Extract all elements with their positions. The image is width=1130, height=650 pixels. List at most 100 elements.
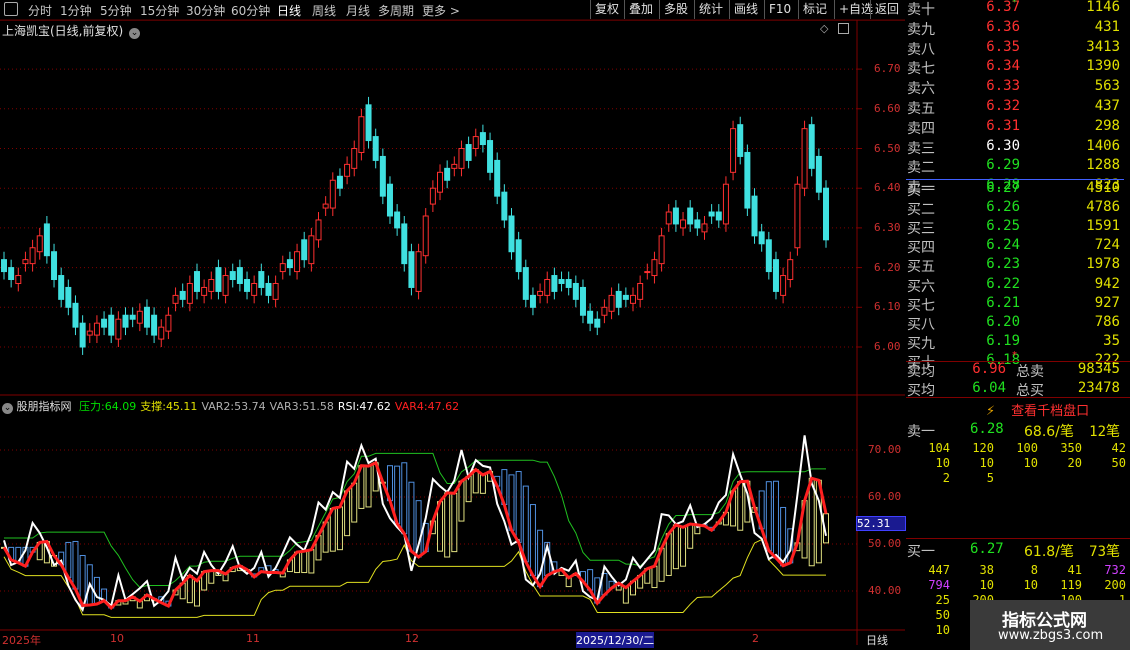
- date-tick-label: 2025年: [2, 634, 41, 647]
- ask-row[interactable]: 卖五 6.32 437: [906, 98, 1124, 117]
- candle: [15, 267, 22, 292]
- candle: [422, 208, 429, 264]
- level-price: 6.37: [986, 0, 1020, 15]
- price-tick-label: 6.50: [874, 141, 901, 155]
- bid-row[interactable]: 买二 6.26 4786: [906, 199, 1124, 218]
- total-value: 98345: [1077, 361, 1120, 377]
- level-label: 卖二: [907, 160, 935, 177]
- level-volume: 431: [1094, 18, 1120, 35]
- ask-row[interactable]: 卖八 6.35 3413: [906, 39, 1124, 58]
- level-label: 买二: [907, 202, 935, 219]
- detail-label: 卖一: [907, 424, 935, 440]
- candle: [608, 287, 615, 320]
- candle: [79, 315, 86, 355]
- candle: [515, 231, 522, 280]
- order-queue-cell: 5: [986, 471, 994, 485]
- level-volume: 786: [1094, 313, 1120, 330]
- candle: [186, 275, 193, 312]
- candle: [680, 212, 687, 236]
- bid-row[interactable]: 买六 6.22 942: [906, 276, 1124, 295]
- order-queue-cell: 732: [1104, 563, 1126, 577]
- qiandang-button[interactable]: ⚡ 查看千档盘口: [986, 400, 1116, 419]
- level-price: 6.26: [986, 199, 1020, 216]
- date-tick-label: 12: [405, 632, 419, 645]
- candle: [301, 231, 308, 268]
- indicator-value-3: VAR3:51.58: [270, 400, 334, 413]
- candle: [494, 152, 501, 205]
- indicator-value-number: 45.11: [165, 400, 198, 413]
- period-label: 日线: [866, 634, 888, 647]
- indicator-value-label: VAR3:: [269, 400, 303, 413]
- level-label: 卖九: [907, 21, 935, 38]
- candle: [294, 243, 301, 280]
- candle: [487, 132, 494, 181]
- level-volume: 1146: [1086, 0, 1120, 15]
- bid-row[interactable]: 买八 6.20 786: [906, 314, 1124, 333]
- support-line: [3, 538, 826, 618]
- level-label: 买八: [907, 316, 935, 333]
- ask-row[interactable]: 卖六 6.33 563: [906, 78, 1124, 97]
- candle: [787, 251, 794, 288]
- bid-row[interactable]: 买七 6.21 927: [906, 295, 1124, 314]
- chevron-down-icon[interactable]: ⌄: [2, 403, 13, 414]
- indicator-bar: [301, 550, 308, 574]
- ask-row[interactable]: 卖十 6.37 * 1146: [906, 0, 1124, 18]
- ask-row[interactable]: 卖二 6.29 1288: [906, 157, 1124, 176]
- kline-chart[interactable]: [0, 0, 905, 650]
- candle: [687, 200, 694, 232]
- indicator-title: ⌄ 股朋指标网 压力:64.09 支撑:45.11 VAR2:53.74 VAR3:5…: [2, 398, 459, 414]
- price-tick-label: 6.00: [874, 340, 901, 353]
- candle: [1, 251, 7, 280]
- indicator-bar: [458, 480, 465, 522]
- level-label: 卖十: [907, 2, 935, 18]
- bid-row[interactable]: 买三 6.25 1591: [906, 218, 1124, 237]
- ask-row[interactable]: 卖七 6.34 1390: [906, 58, 1124, 77]
- level-label: 卖三: [907, 140, 935, 157]
- level-price: 6.24: [986, 237, 1020, 254]
- ask-row[interactable]: 卖九 6.36 431: [906, 19, 1124, 38]
- candle: [236, 259, 243, 292]
- price-tick-label: 6.40: [874, 181, 901, 195]
- book-separator: [906, 397, 1130, 398]
- level-flag: *: [1012, 349, 1017, 361]
- level-volume: 1288: [1086, 157, 1120, 174]
- pressure-line: [4, 452, 826, 588]
- candle: [615, 283, 622, 316]
- candle: [815, 148, 822, 201]
- detail-price: 6.27: [970, 541, 1004, 557]
- candle: [658, 227, 665, 272]
- chevron-down-icon[interactable]: ⌄: [129, 28, 141, 39]
- level-volume: 563: [1094, 78, 1120, 95]
- candle: [572, 275, 579, 308]
- bid-row[interactable]: 买四 6.24 724: [906, 237, 1124, 256]
- diamond-icon[interactable]: ◇: [820, 22, 828, 35]
- level-price: 6.20: [986, 313, 1020, 330]
- total-label: 总卖: [1016, 364, 1044, 380]
- order-queue-cell: 350: [1060, 441, 1082, 455]
- candle: [379, 148, 386, 205]
- indicator-value-label: 支撑:: [140, 400, 166, 413]
- level-label: 卖四: [907, 120, 935, 137]
- bid-row[interactable]: 买一 6.27 4510: [906, 180, 1124, 199]
- date-tick-label: 2025/12/30/二: [576, 632, 655, 648]
- level-price: 6.25: [986, 218, 1020, 235]
- order-queue-cell: 200: [1104, 578, 1126, 592]
- candle: [794, 176, 801, 256]
- bid-row[interactable]: 买五 6.23 1978: [906, 256, 1124, 275]
- indicator-bar: [465, 475, 472, 503]
- window-icon[interactable]: [838, 23, 849, 34]
- level-volume: 35: [1103, 332, 1120, 349]
- indicator-bar: [336, 506, 343, 551]
- indicator-bar: [622, 587, 629, 604]
- order-queue-cell: 10: [1023, 456, 1038, 470]
- level-volume: 1390: [1086, 58, 1120, 75]
- indicator-value-number: 51.58: [302, 400, 334, 413]
- indicator-bar: [308, 549, 315, 574]
- order-queue-cell: 120: [972, 441, 994, 455]
- candle: [143, 299, 150, 336]
- ask-row[interactable]: 卖三 6.30 1406: [906, 138, 1124, 157]
- level-volume: 1591: [1086, 218, 1120, 235]
- level-volume: 298: [1094, 117, 1120, 134]
- avg-row: 卖均 6.96 总卖 98345: [906, 361, 1124, 380]
- ask-row[interactable]: 卖四 6.31 298: [906, 118, 1124, 137]
